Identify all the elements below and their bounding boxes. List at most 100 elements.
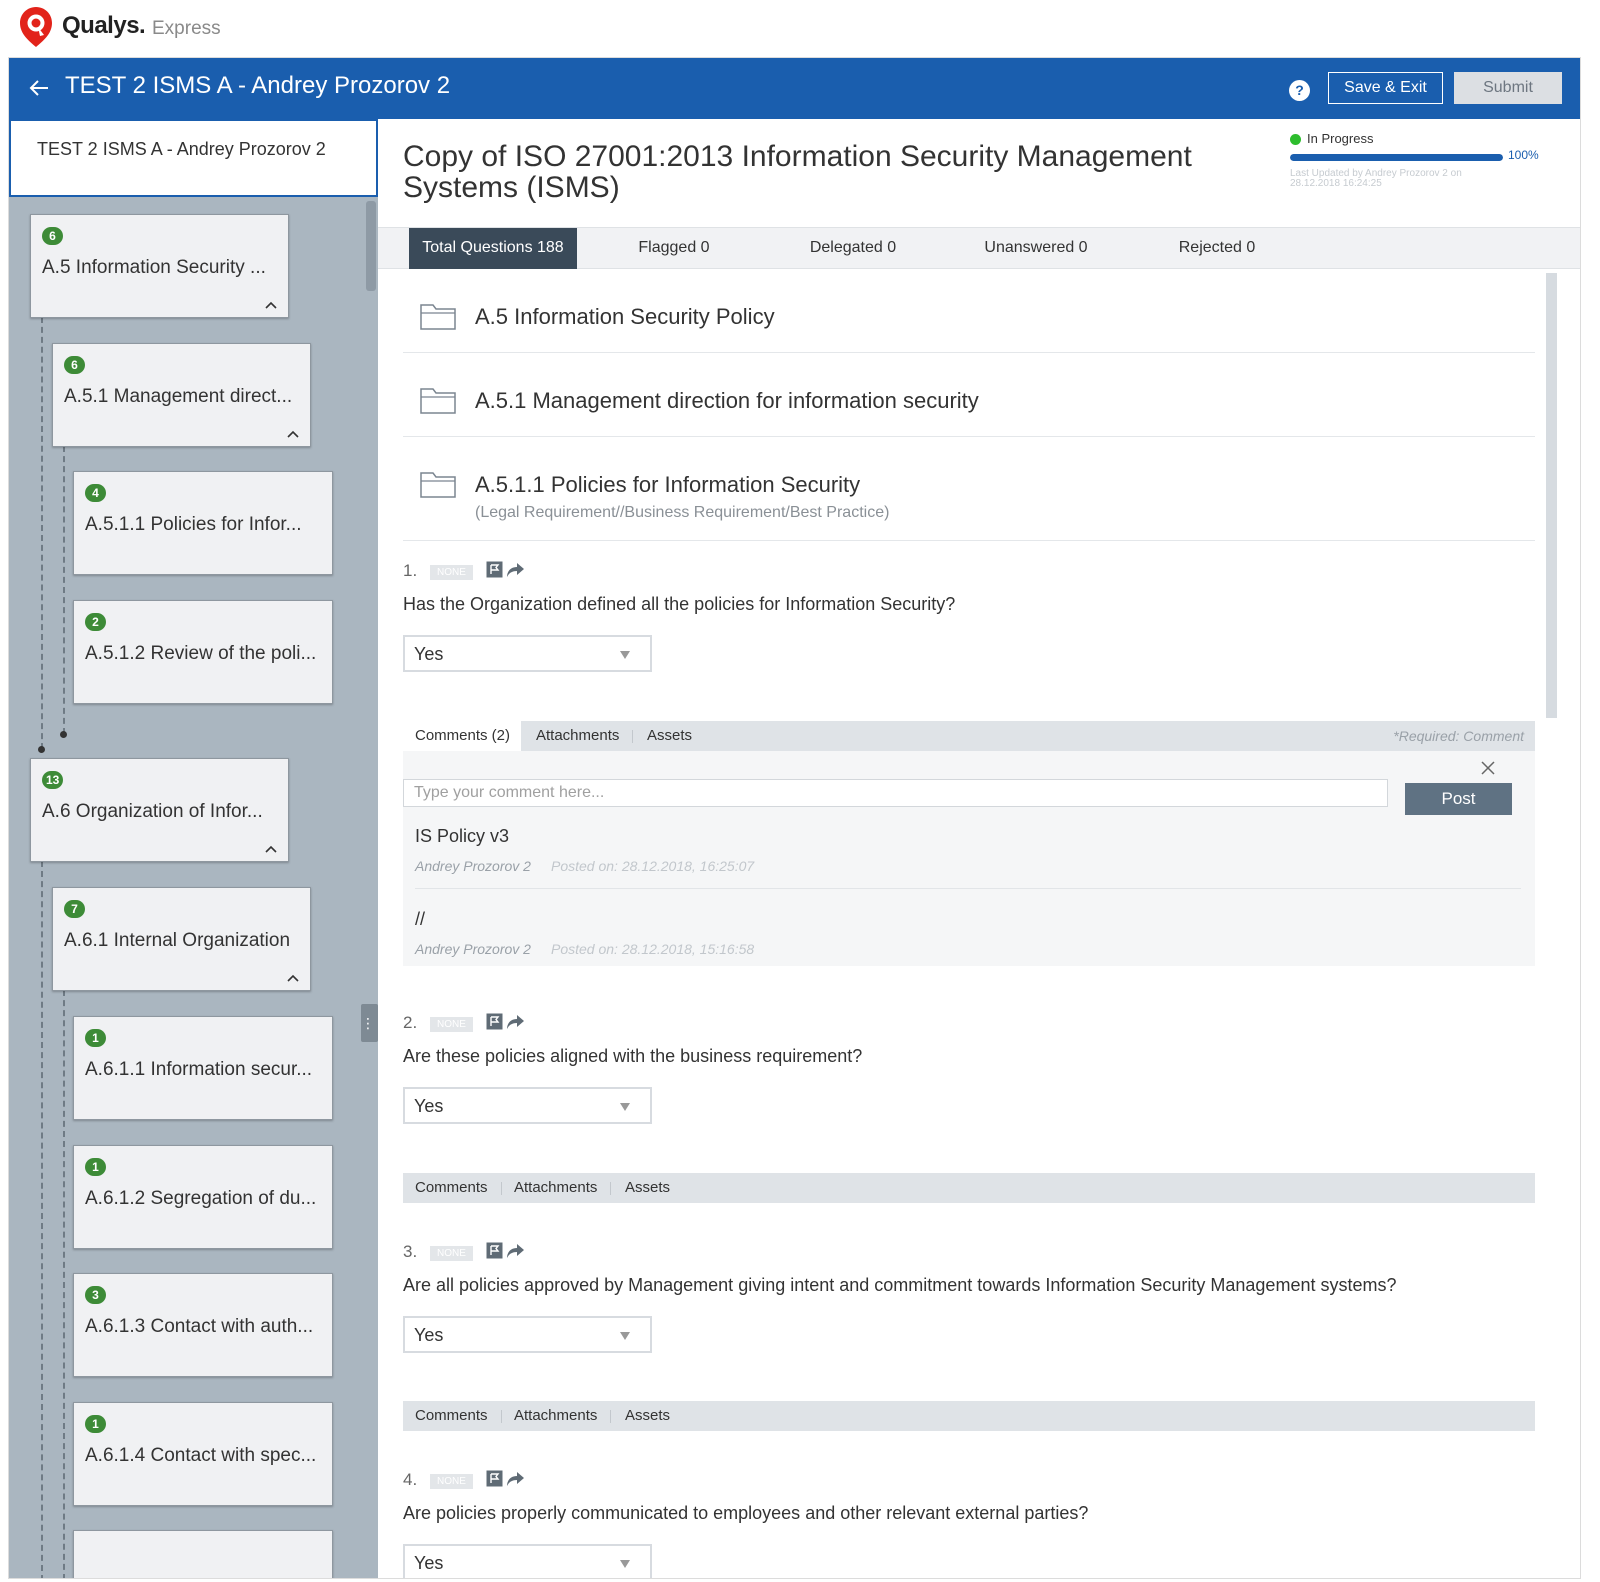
save-exit-button[interactable]: Save & Exit [1328,72,1443,104]
sidebar-item-label: A.5.1.2 Review of the poli... [85,643,317,664]
question-count-badge: 13 [42,771,64,789]
answer-select[interactable]: Yes [403,1087,652,1124]
folder-icon [420,472,456,498]
tree-connector [41,861,43,1578]
tab-assets[interactable]: Assets [625,1173,670,1203]
comment-author: Andrey Prozorov 2 [415,941,531,957]
status-label: In Progress [1307,131,1374,146]
flag-icon[interactable] [486,561,503,578]
sidebar-item-a6-1-2[interactable]: 1 A.6.1.2 Segregation of du... [73,1145,333,1249]
status-badge: NONE [430,1246,473,1261]
flag-icon[interactable] [486,1242,503,1259]
tab-assets[interactable]: Assets [647,721,692,751]
resize-handle-icon[interactable]: ⋮⋮ [361,1004,378,1042]
sidebar-header[interactable]: TEST 2 ISMS A - Andrey Prozorov 2 [9,119,378,197]
tree-connector [63,446,65,734]
question-text: Are all policies approved by Management … [403,1275,1397,1295]
tab-attachments[interactable]: Attachments [536,721,619,751]
question-count-badge: 1 [85,1029,106,1047]
tab-comments[interactable]: Comments (2) [403,721,521,751]
tab-total-questions[interactable]: Total Questions 188 [409,228,577,269]
post-comment-button[interactable]: Post [1405,783,1512,815]
sidebar-item-a6[interactable]: 13 A.6 Organization of Infor... [30,758,289,862]
section-a5-1[interactable]: A.5.1 Management direction for informati… [403,353,1535,437]
app-frame: TEST 2 ISMS A - Andrey Prozorov 2 ? Save… [9,58,1580,1578]
chevron-up-icon[interactable] [286,972,300,984]
tab-separator [632,730,633,743]
sidebar-item-a5-1-2[interactable]: 2 A.5.1.2 Review of the poli... [73,600,333,704]
question-count-badge: 7 [64,900,85,918]
answer-value: Yes [414,1553,444,1573]
section-a5-1-1[interactable]: A.5.1.1 Policies for Information Securit… [403,437,1535,541]
tree-node-dot [38,746,45,753]
sidebar-item-a5[interactable]: 6 A.5 Information Security ... [30,214,289,318]
comment-panel: Post IS Policy v3 Andrey Prozorov 2 Post… [403,751,1535,966]
sidebar: TEST 2 ISMS A - Andrey Prozorov 2 6 A.5 … [9,119,378,1578]
question-number: 4. [403,1470,418,1489]
flag-icon[interactable] [486,1470,503,1487]
question-subtabs: Comments Attachments Assets [403,1401,1535,1431]
tab-flagged[interactable]: Flagged 0 [604,228,744,269]
tab-separator [501,1182,502,1195]
flag-icon[interactable] [486,1013,503,1030]
tab-separator [501,1410,502,1423]
comment-date: Posted on: 28.12.2018, 15:16:58 [551,941,755,957]
sidebar-item-next[interactable] [73,1530,333,1578]
tab-rejected[interactable]: Rejected 0 [1142,228,1292,269]
chevron-down-icon [620,651,630,659]
chevron-up-icon[interactable] [264,299,278,311]
sidebar-item-a5-1-1[interactable]: 4 A.5.1.1 Policies for Infor... [73,471,333,575]
question-count-badge: 6 [42,227,63,245]
progress-bar [1290,154,1503,161]
tab-attachments[interactable]: Attachments [514,1401,597,1431]
tab-assets[interactable]: Assets [625,1401,670,1431]
progress-percent: 100% [1508,148,1539,162]
tree-node-dot [60,731,67,738]
section-subtitle: (Legal Requirement//Business Requirement… [475,504,890,521]
tab-comments[interactable]: Comments [415,1401,488,1431]
submit-button[interactable]: Submit [1454,72,1562,104]
sidebar-item-a6-1-3[interactable]: 3 A.6.1.3 Contact with auth... [73,1273,333,1377]
progress-fill [1290,154,1503,161]
sidebar-item-a6-1[interactable]: 7 A.6.1 Internal Organization [52,887,311,991]
chevron-down-icon [620,1332,630,1340]
question-number: 1. [403,561,418,580]
question-subtabs: Comments Attachments Assets [403,1173,1535,1203]
tab-delegated[interactable]: Delegated 0 [778,228,928,269]
close-icon[interactable] [1481,761,1495,775]
qualys-logo-icon [20,7,52,47]
sidebar-scrollbar[interactable] [366,201,376,291]
sidebar-item-a6-1-4[interactable]: 1 A.6.1.4 Contact with spec... [73,1402,333,1506]
sidebar-item-label: A.6 Organization of Infor... [42,801,263,822]
comment-input[interactable] [403,779,1388,807]
share-icon[interactable] [506,1013,525,1030]
sidebar-item-label: A.5.1 Management direct... [64,386,293,407]
share-icon[interactable] [506,561,525,578]
sidebar-item-a5-1[interactable]: 6 A.5.1 Management direct... [52,343,311,447]
status-dot [1290,134,1301,145]
answer-value: Yes [414,644,444,664]
tab-attachments[interactable]: Attachments [514,1173,597,1203]
share-icon[interactable] [506,1470,525,1487]
section-title: A.5 Information Security Policy [475,304,775,329]
help-icon[interactable]: ? [1289,80,1310,101]
chevron-up-icon[interactable] [264,843,278,855]
sidebar-item-a6-1-1[interactable]: 1 A.6.1.1 Information secur... [73,1016,333,1120]
comment-author: Andrey Prozorov 2 [415,858,531,874]
content-scrollbar[interactable] [1546,273,1557,718]
back-arrow-icon[interactable] [27,76,51,100]
page-title: Copy of ISO 27001:2013 Information Secur… [403,140,1192,204]
chevron-up-icon[interactable] [286,428,300,440]
section-a5[interactable]: A.5 Information Security Policy [403,269,1535,353]
questionnaire-title: TEST 2 ISMS A - Andrey Prozorov 2 [65,72,451,99]
share-icon[interactable] [506,1242,525,1259]
question-text: Are these policies aligned with the busi… [403,1046,863,1066]
answer-select[interactable]: Yes [403,1544,652,1578]
tab-unanswered[interactable]: Unanswered 0 [956,228,1116,269]
answer-select[interactable]: Yes [403,1316,652,1353]
sidebar-item-label: A.6.1 Internal Organization [64,930,291,951]
question-count-badge: 1 [85,1158,106,1176]
tab-comments[interactable]: Comments [415,1173,488,1203]
status-badge: NONE [430,1474,473,1489]
answer-select[interactable]: Yes [403,635,652,672]
